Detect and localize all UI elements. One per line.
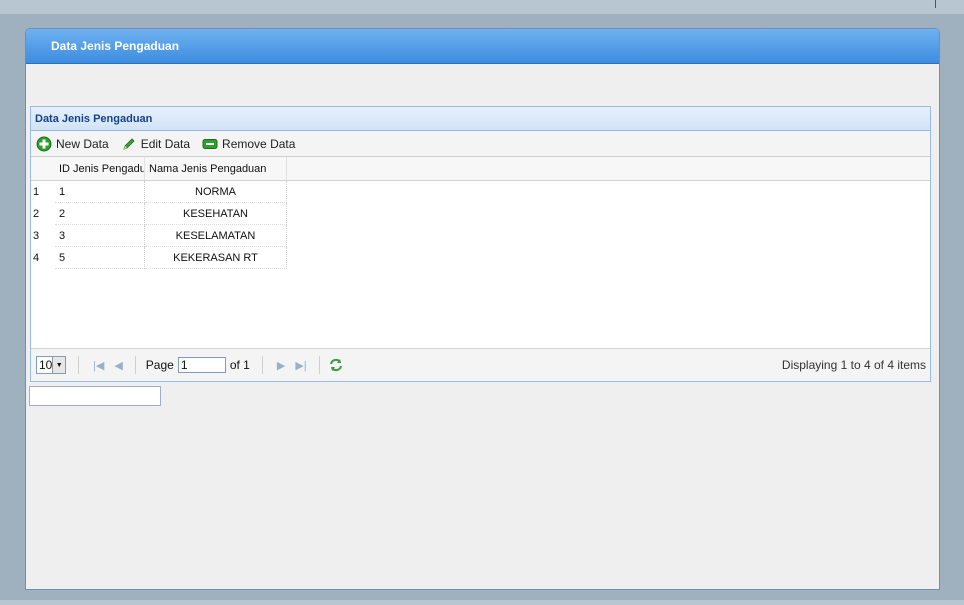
cell-id: 1 (55, 181, 145, 203)
edit-data-label: Edit Data (140, 136, 191, 151)
text-input[interactable] (29, 386, 161, 406)
column-header-id[interactable]: ID Jenis Pengaduan (55, 157, 145, 180)
first-page-icon[interactable]: |◀ (93, 359, 104, 372)
row-number: 1 (33, 186, 40, 198)
panel-header: Data Jenis Pengaduan (31, 107, 930, 131)
edit-data-button[interactable]: Edit Data (121, 136, 190, 152)
grid-header: ID Jenis Pengaduan Nama Jenis Pengaduan (31, 157, 930, 181)
separator (134, 356, 136, 374)
display-info: Displaying 1 to 4 of 4 items (781, 358, 926, 372)
cell-name: KEKERASAN RT (145, 247, 287, 269)
cell-name: NORMA (145, 181, 287, 203)
previous-page-icon[interactable]: ◀ (114, 359, 122, 372)
page-number-input[interactable]: 1 (177, 357, 226, 373)
cell-name: KESEHATAN (145, 203, 287, 225)
table-row[interactable]: 3 3 KESELAMATAN (31, 225, 930, 247)
page-label: Page (145, 358, 174, 372)
row-number: 4 (33, 252, 40, 264)
row-number-header (31, 157, 55, 180)
main-window: Data Jenis Pengaduan Data Jenis Pengadua… (25, 28, 940, 590)
remove-data-label: Remove Data (222, 136, 296, 151)
cell-name: KESELAMATAN (145, 225, 287, 247)
grid-body: 1 1 NORMA 2 2 KESEHATAN 3 3 KESELAMATAN … (31, 181, 930, 269)
separator (78, 356, 79, 374)
page-count-label: of 1 (229, 358, 250, 372)
divider (935, 0, 936, 8)
window-header: Data Jenis Pengaduan (26, 29, 939, 64)
grid-panel: Data Jenis Pengaduan New Data Edit Data … (30, 106, 931, 382)
table-row[interactable]: 2 2 KESEHATAN (31, 203, 930, 225)
cell-id: 5 (55, 247, 145, 269)
row-number: 2 (33, 208, 40, 220)
pencil-icon (121, 136, 137, 152)
remove-data-button[interactable]: Remove Data (202, 136, 295, 152)
cell-id: 3 (55, 225, 145, 247)
window-title: Data Jenis Pengaduan (51, 39, 180, 53)
toolbar: New Data Edit Data Remove Data (31, 131, 930, 157)
new-data-button[interactable]: New Data (36, 136, 109, 152)
remove-icon (202, 136, 218, 152)
separator (261, 356, 263, 374)
cell-id: 2 (55, 203, 145, 225)
new-data-label: New Data (56, 136, 109, 151)
pagination-bar: 10 ▼ |◀ ◀ Page 1 of 1 ▶ ▶| Displaying 1 … (31, 348, 930, 381)
page-size-value: 10 (39, 358, 53, 372)
top-strip (0, 0, 964, 14)
add-icon (36, 136, 52, 152)
panel-title: Data Jenis Pengaduan (35, 112, 153, 125)
chevron-down-icon[interactable]: ▼ (52, 357, 65, 373)
row-number: 3 (33, 230, 40, 242)
table-row[interactable]: 1 1 NORMA (31, 181, 930, 203)
page-size-select[interactable]: 10 ▼ (36, 356, 66, 374)
last-page-icon[interactable]: ▶| (295, 359, 306, 372)
refresh-icon[interactable] (328, 357, 344, 373)
table-row[interactable]: 4 5 KEKERASAN RT (31, 247, 930, 269)
next-page-icon[interactable]: ▶ (277, 359, 285, 372)
column-header-name[interactable]: Nama Jenis Pengaduan (145, 157, 287, 180)
separator (318, 356, 320, 374)
bottom-strip (0, 600, 964, 605)
